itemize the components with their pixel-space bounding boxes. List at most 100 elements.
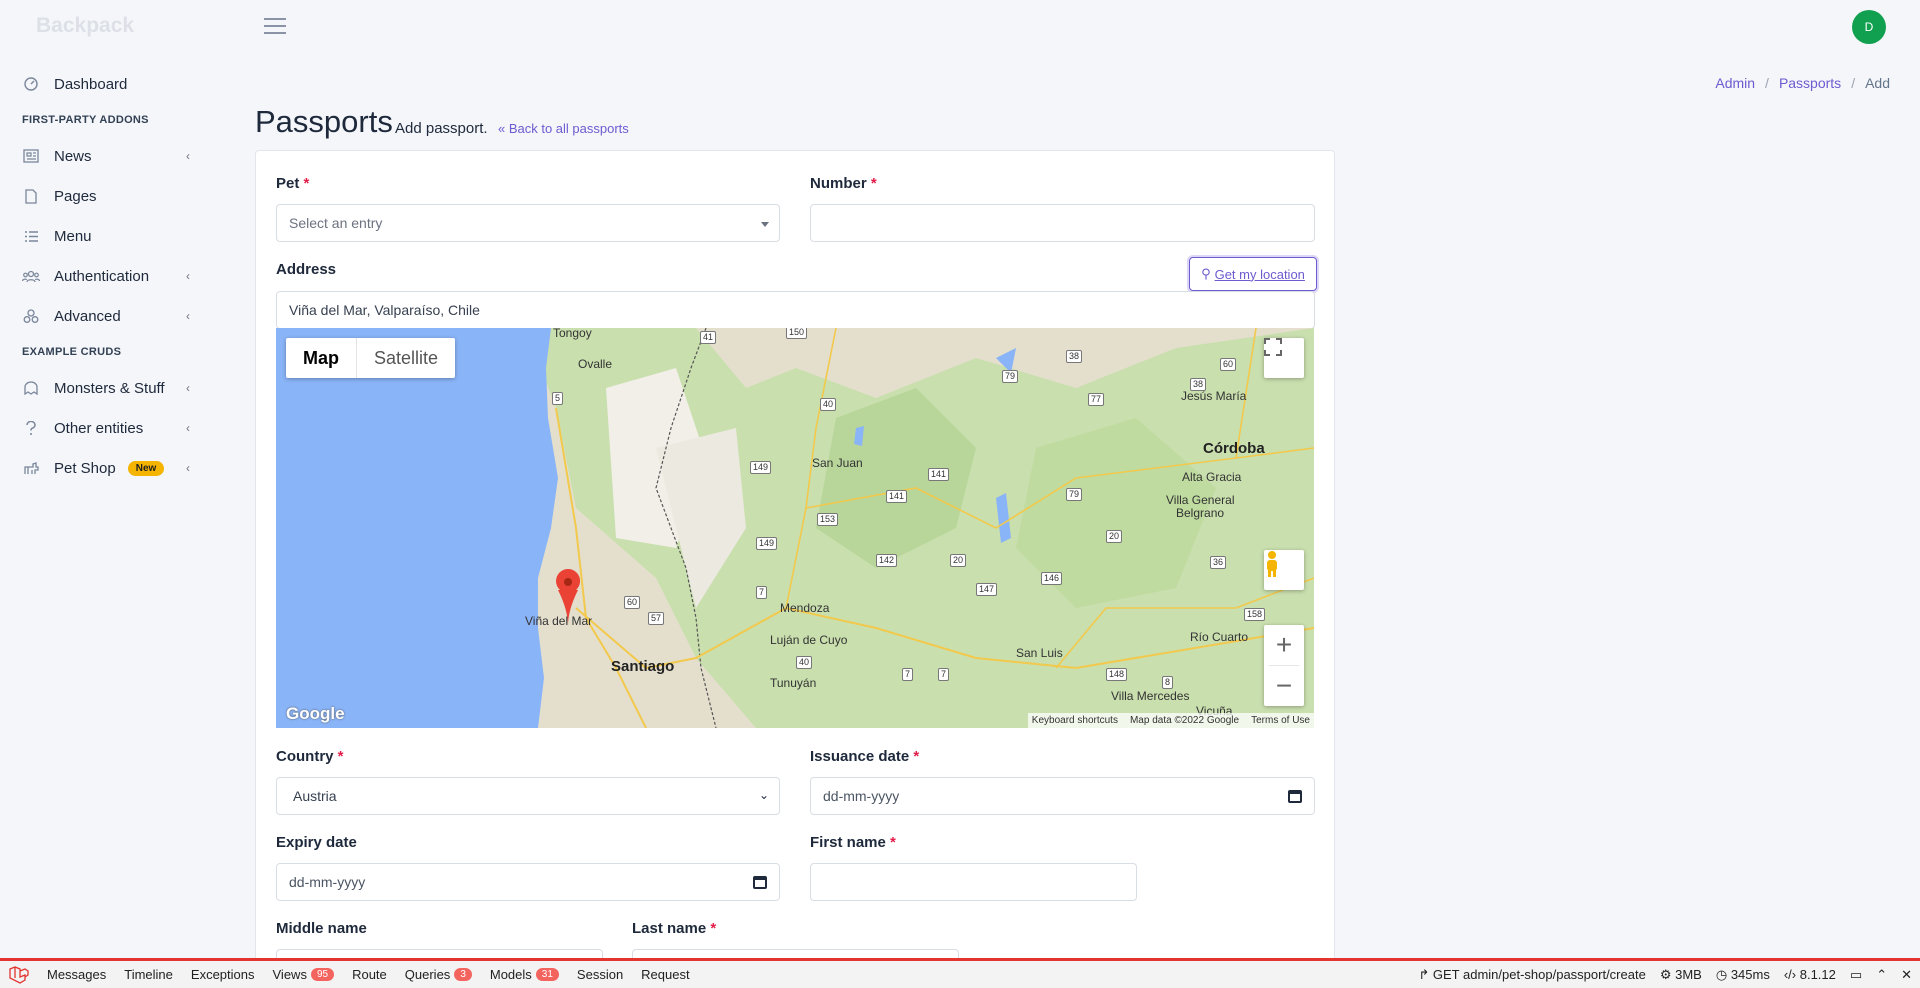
- sidebar-item-monsters[interactable]: Monsters & Stuff ‹: [0, 368, 200, 408]
- sidebar-item-label: Other entities: [54, 419, 144, 437]
- share-icon: ↱: [1418, 966, 1433, 982]
- debugbar: Messages Timeline Exceptions Views 95 Rou…: [0, 958, 1920, 988]
- sidebar-item-label: Advanced: [54, 307, 121, 325]
- question-icon: [22, 419, 40, 437]
- chevron-up-icon[interactable]: ⌃: [1876, 967, 1887, 983]
- debug-tab-route[interactable]: Route: [343, 961, 396, 988]
- count-badge: 3: [454, 968, 472, 981]
- google-logo: Google: [286, 704, 345, 723]
- expiry-date-label: Expiry date: [276, 834, 357, 851]
- double-chevron-left-icon: «: [498, 121, 509, 136]
- debug-tab-models[interactable]: Models 31: [481, 961, 568, 988]
- sidebar-item-label: Dashboard: [54, 75, 128, 93]
- country-label: Country *: [276, 748, 344, 765]
- breadcrumb-passports[interactable]: Passports: [1779, 75, 1841, 91]
- number-label: Number *: [810, 175, 877, 192]
- zoom-out-icon[interactable]: −: [1276, 666, 1292, 706]
- sidebar-toggle-icon[interactable]: [264, 18, 286, 36]
- expiry-date-input[interactable]: dd-mm-yyyy: [276, 863, 780, 901]
- avatar[interactable]: D: [1852, 10, 1886, 44]
- debug-tab-exceptions[interactable]: Exceptions: [182, 961, 264, 988]
- debug-metrics: ↱ GET admin/pet-shop/passport/create ⚙ 3…: [1418, 961, 1912, 988]
- zoom-in-icon[interactable]: +: [1276, 625, 1292, 665]
- list-icon: [22, 227, 40, 245]
- debug-memory: ⚙ 3MB: [1659, 966, 1702, 982]
- breadcrumb: Admin / Passports / Add: [1715, 75, 1890, 91]
- sidebar-item-advanced[interactable]: Advanced ‹: [0, 296, 200, 336]
- page-subtitle: Add passport.: [395, 120, 488, 137]
- debug-tab-views[interactable]: Views 95: [264, 961, 344, 988]
- fullscreen-icon[interactable]: [1264, 338, 1304, 378]
- debug-tab-timeline[interactable]: Timeline: [115, 961, 182, 988]
- dog-icon: [22, 459, 40, 477]
- issuance-date-input[interactable]: dd-mm-yyyy: [810, 777, 1315, 815]
- debug-tab-queries[interactable]: Queries 3: [396, 961, 481, 988]
- users-icon: [22, 267, 40, 285]
- map-marker-icon: ⚲: [1201, 266, 1211, 281]
- clock-icon: ◷: [1715, 966, 1731, 982]
- chevron-left-icon: ‹: [186, 381, 190, 395]
- sidebar-heading: FIRST-PARTY ADDONS: [22, 114, 149, 126]
- page-title: Passports: [255, 104, 393, 139]
- calendar-icon[interactable]: [1288, 790, 1302, 803]
- calendar-icon[interactable]: [753, 876, 767, 889]
- map-widget[interactable]: Tongoy Ovalle San Juan Córdoba Jesús Mar…: [276, 328, 1314, 728]
- chevron-left-icon: ‹: [186, 421, 190, 435]
- brand-logo[interactable]: Backpack: [36, 14, 134, 38]
- sidebar-item-pet-shop[interactable]: Pet Shop New ‹: [0, 448, 200, 488]
- debug-time: ◷ 345ms: [1715, 966, 1770, 982]
- street-view-pegman-icon[interactable]: [1264, 550, 1304, 590]
- debug-request[interactable]: ↱ GET admin/pet-shop/passport/create: [1418, 967, 1645, 983]
- address-input[interactable]: Viña del Mar, Valparaíso, Chile: [276, 291, 1315, 329]
- issuance-date-label: Issuance date *: [810, 748, 920, 765]
- chevron-left-icon: ‹: [186, 309, 190, 323]
- debug-tab-request[interactable]: Request: [632, 961, 698, 988]
- map-footer: Keyboard shortcuts Map data ©2022 Google…: [1027, 713, 1314, 728]
- sidebar-item-label: Menu: [54, 227, 92, 245]
- close-icon[interactable]: ✕: [1901, 967, 1912, 983]
- sidebar-item-other-entities[interactable]: Other entities ‹: [0, 408, 200, 448]
- country-select[interactable]: Austria ⌄: [276, 777, 780, 815]
- file-icon: [22, 187, 40, 205]
- new-badge: New: [127, 460, 165, 476]
- zoom-control: + −: [1264, 625, 1304, 706]
- sidebar-item-news[interactable]: News ‹: [0, 136, 200, 176]
- last-name-label: Last name *: [632, 920, 717, 937]
- sidebar-item-pages[interactable]: Pages: [0, 176, 200, 216]
- count-badge: 31: [535, 968, 559, 981]
- chevron-down-icon: ⌄: [758, 788, 769, 802]
- newspaper-icon: [22, 147, 40, 165]
- chevron-left-icon: ‹: [186, 269, 190, 283]
- terms-of-use-link[interactable]: Terms of Use: [1251, 715, 1310, 726]
- get-my-location-button[interactable]: ⚲ Get my location: [1189, 257, 1317, 291]
- caret-down-icon: [761, 222, 769, 227]
- debug-tab-session[interactable]: Session: [568, 961, 632, 988]
- address-label: Address: [276, 261, 337, 278]
- ghost-icon: [22, 379, 40, 397]
- debug-tab-messages[interactable]: Messages: [38, 961, 115, 988]
- breadcrumb-admin[interactable]: Admin: [1715, 75, 1755, 91]
- cogs-icon: ⚙: [1659, 966, 1676, 982]
- form-card: Pet * Select an entry Number * Address ⚲…: [255, 150, 1335, 988]
- sidebar-item-authentication[interactable]: Authentication ‹: [0, 256, 200, 296]
- map-type-satellite-button[interactable]: Satellite: [357, 338, 455, 378]
- map-type-control: Map Satellite: [286, 338, 456, 378]
- debug-php-version: ‹/› 8.1.12: [1783, 967, 1836, 982]
- number-input[interactable]: [810, 204, 1315, 242]
- sidebar-item-dashboard[interactable]: Dashboard: [0, 64, 200, 104]
- back-to-list-link[interactable]: « Back to all passports: [498, 121, 629, 136]
- sidebar-item-label: Pages: [54, 187, 97, 205]
- sidebar-item-menu[interactable]: Menu: [0, 216, 200, 256]
- sidebar-heading: EXAMPLE CRUDS: [22, 346, 122, 358]
- pet-label: Pet *: [276, 175, 310, 192]
- laravel-logo-icon[interactable]: [0, 965, 38, 984]
- pet-select[interactable]: Select an entry: [276, 204, 780, 242]
- sidebar-item-label: Monsters & Stuff: [54, 379, 165, 397]
- map-type-map-button[interactable]: Map: [286, 338, 357, 378]
- first-name-input[interactable]: [810, 863, 1137, 901]
- sidebar-item-label: News: [54, 147, 92, 165]
- folder-open-icon[interactable]: ▭: [1850, 967, 1862, 983]
- count-badge: 95: [310, 968, 335, 981]
- keyboard-shortcuts-link[interactable]: Keyboard shortcuts: [1032, 715, 1118, 726]
- first-name-label: First name *: [810, 834, 896, 851]
